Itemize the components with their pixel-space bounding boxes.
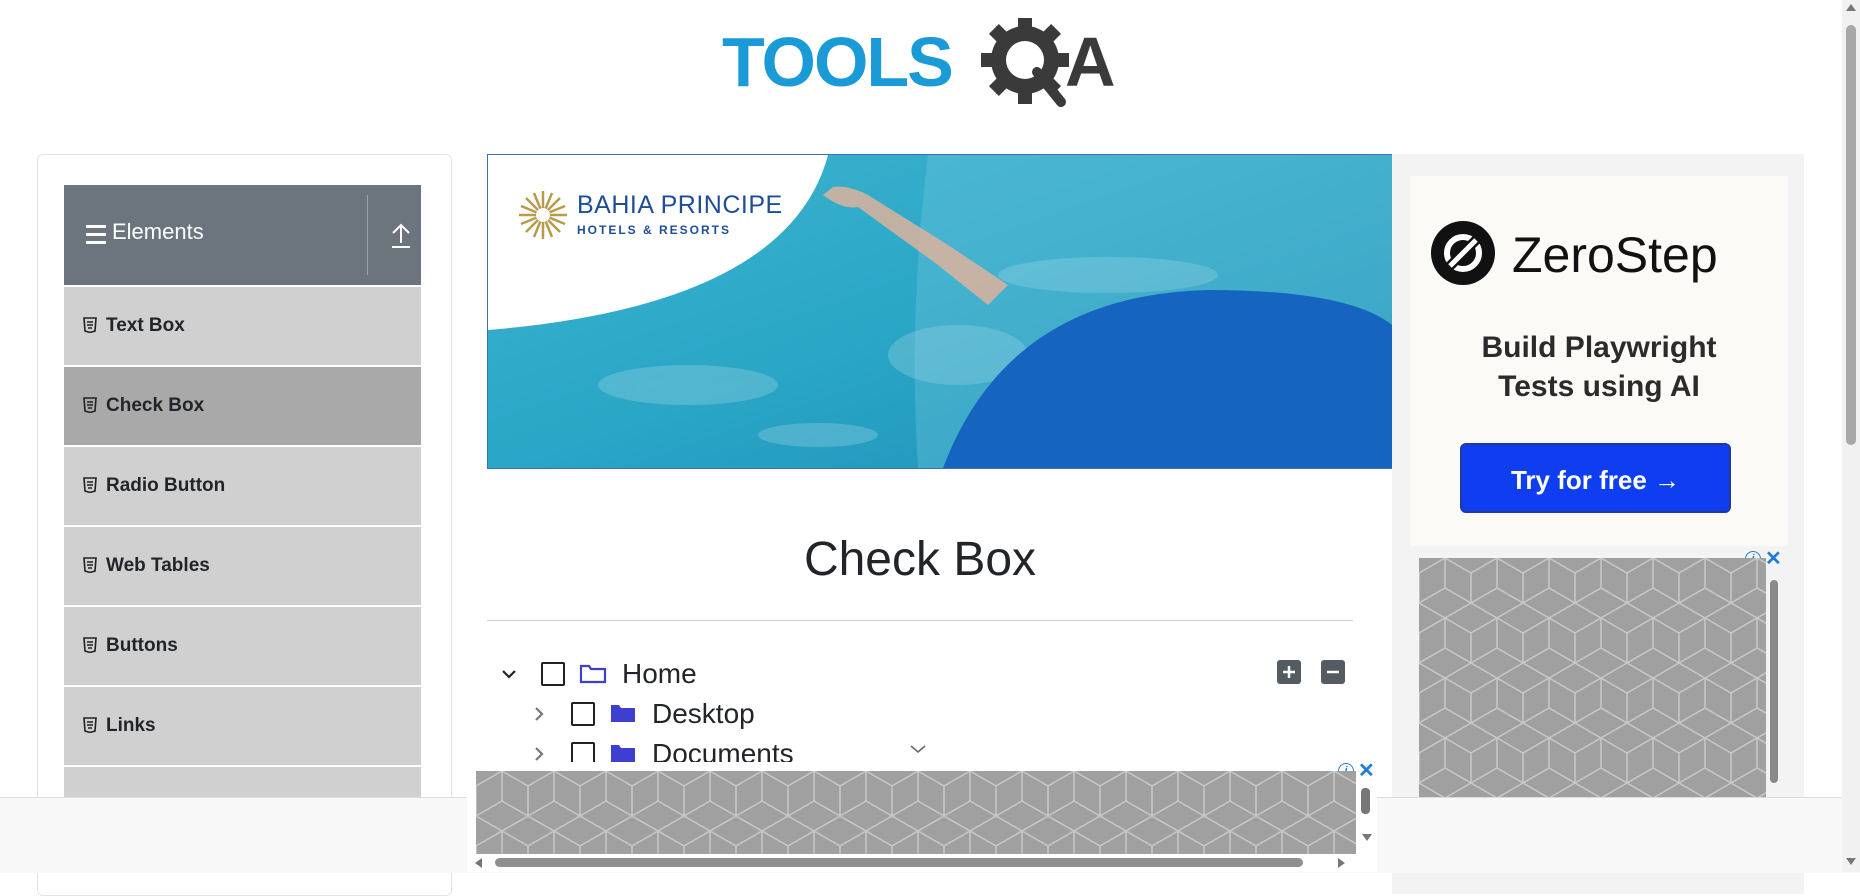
tagline-line1: Build Playwright [1481,331,1717,364]
sidebar-item-links[interactable]: Links [64,685,421,765]
scroll-down-arrow-icon[interactable] [1845,856,1857,866]
chevron-right-icon[interactable] [529,744,549,764]
expand-all-button[interactable] [1277,660,1301,684]
scroll-up-arrow-icon[interactable] [1845,3,1857,13]
sidebar-item-buttons[interactable]: Buttons [64,605,421,685]
collapse-up-icon[interactable] [382,215,420,255]
logo-text-a: A [1065,23,1116,101]
right-ad-placeholder [1419,558,1766,798]
tree-node-label: Home [622,658,697,689]
tree-node-label: Desktop [652,698,755,729]
sidebar-item-web-tables[interactable]: Web Tables [64,525,421,605]
banner-ad[interactable]: BAHIA PRINCIPE HOTELS & RESORTS [487,154,1393,469]
sidebar-item-label: Links [106,715,156,736]
html5-icon [83,557,97,573]
try-for-free-button[interactable]: Try for free → [1460,443,1731,513]
folder-icon [611,705,635,722]
sun-logo-icon [519,191,567,239]
html5-icon [83,717,97,733]
logo-text-tools: TOOLS [722,23,952,101]
html5-icon [83,477,97,493]
scroll-left-arrow-icon[interactable] [474,857,484,869]
chevron-right-icon[interactable] [529,704,549,724]
sidebar-item-radio-button[interactable]: Radio Button [64,445,421,525]
page-title: Check Box [803,533,1037,586]
folder-icon [611,745,635,762]
title-divider [487,620,1353,621]
bottom-ad-h-scroll-thumb[interactable] [495,858,1303,867]
header-divider [367,195,368,275]
collapse-all-button[interactable] [1321,660,1345,684]
banner-brand: BAHIA PRINCIPE [577,191,783,219]
minus-icon [1327,670,1339,674]
chevron-down-icon[interactable] [499,664,519,684]
bottom-ad-v-scroll-thumb[interactable] [1361,788,1370,814]
page-scrollbar-thumb[interactable] [1846,25,1856,445]
ad-close-icon[interactable]: ✕ [1765,549,1782,569]
checkbox[interactable] [541,662,565,686]
html5-icon [83,637,97,653]
tagline-line2: Tests using AI [1498,370,1700,403]
sidebar-item-label: Web Tables [106,555,210,576]
elements-group-header[interactable]: Elements [64,185,421,285]
tree-node-desktop[interactable]: Desktop [527,694,927,732]
html5-icon [83,397,97,413]
sidebar-item-label: Radio Button [106,475,226,496]
ad-close-icon[interactable]: ✕ [1358,761,1375,781]
tree-node-home[interactable]: Home [497,654,897,692]
zerostep-brand: ZeroStep [1512,227,1718,283]
elements-group-title: Elements [112,219,204,244]
bottom-ad-placeholder [476,771,1356,854]
gear-icon [981,16,1069,107]
scroll-down-arrow-icon[interactable] [1361,832,1373,842]
right-ad-scrollbar[interactable] [1770,580,1778,783]
sidebar-item-label: Text Box [106,315,185,336]
menu-icon [86,225,106,244]
sidebar-item-text-box[interactable]: Text Box [64,285,421,365]
folder-open-icon [579,664,607,684]
checkbox[interactable] [571,702,595,726]
html5-icon [83,317,97,333]
toolsqa-logo[interactable]: TOOLS A [720,16,1130,118]
sidebar-item-label: Buttons [106,635,178,656]
scroll-right-arrow-icon[interactable] [1336,857,1346,869]
chevron-down-icon[interactable] [908,742,928,756]
zerostep-tagline: Build Playwright Tests using AI [1410,328,1788,406]
zerostep-logo-icon [1431,221,1495,285]
banner-brand-sub: HOTELS & RESORTS [577,223,732,237]
sidebar-item-check-box[interactable]: Check Box [64,365,421,445]
sidebar-item-label: Check Box [106,395,205,416]
plus-icon [1283,666,1295,678]
